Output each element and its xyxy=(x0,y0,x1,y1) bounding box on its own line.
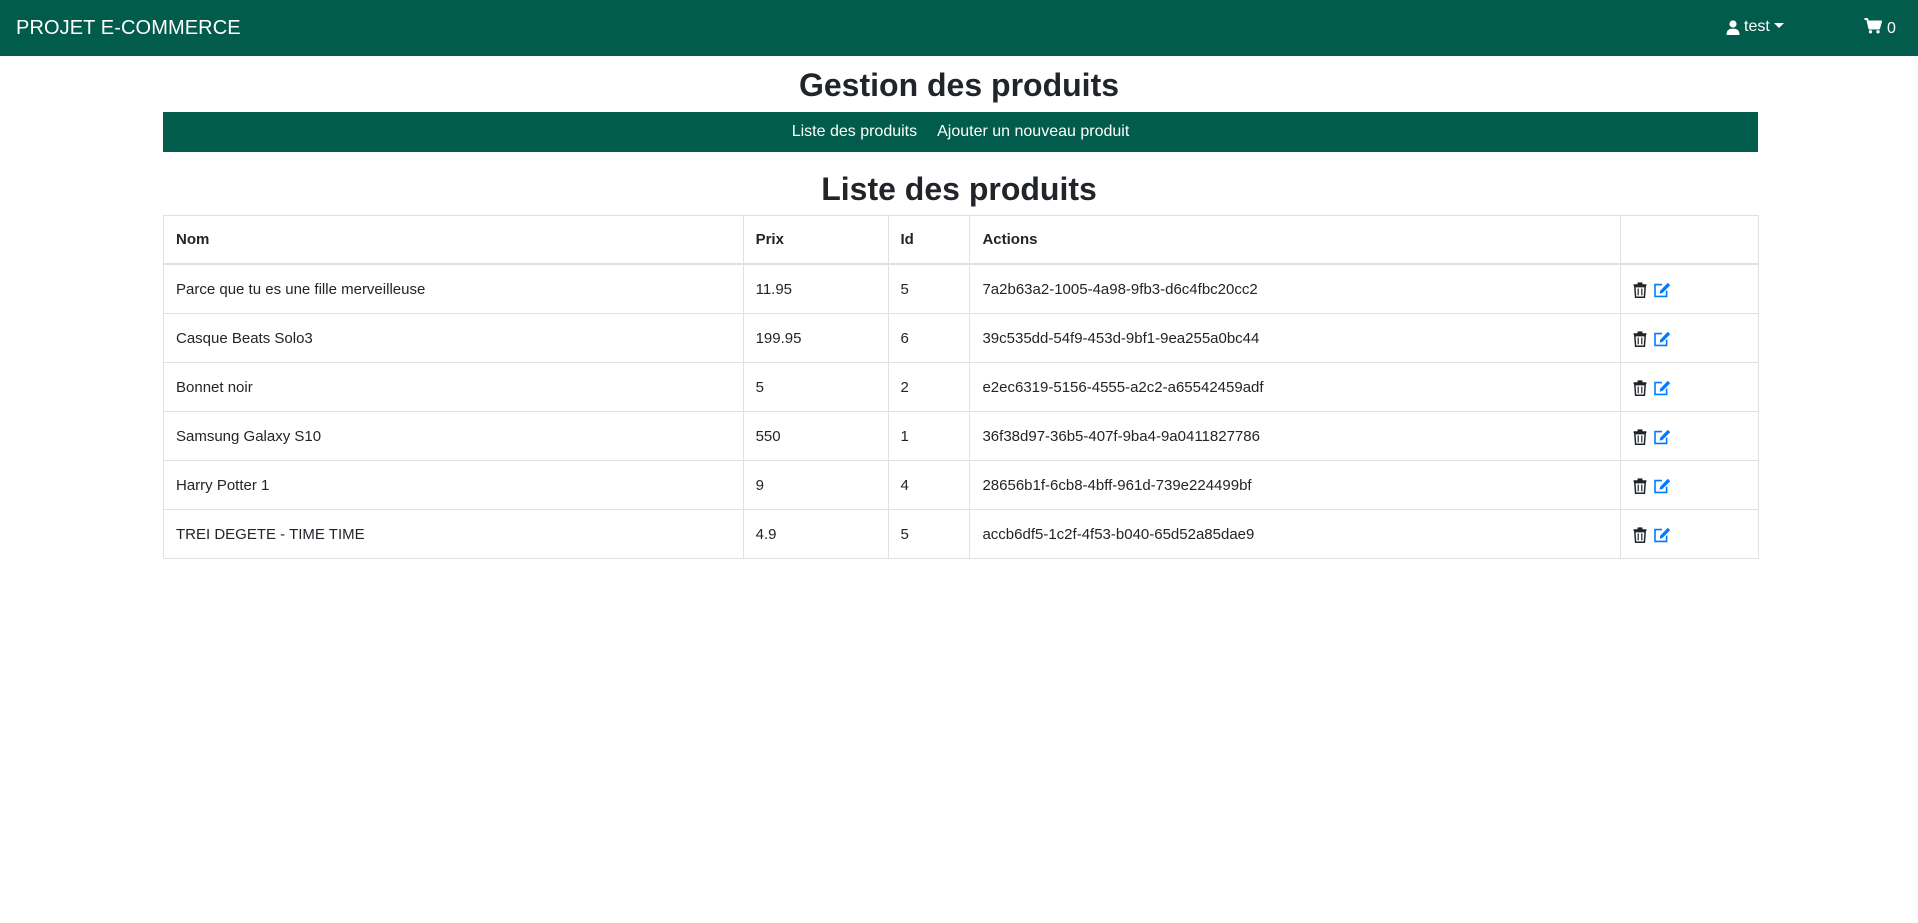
product-name: TREI DEGETE - TIME TIME xyxy=(163,509,744,559)
table-row: Samsung Galaxy S10 550 1 36f38d97-36b5-407f… xyxy=(163,411,1759,461)
table-row: Bonnet noir 5 2 e2ec6319-5156-4555-a2c2-a65… xyxy=(163,362,1759,412)
header-price: Prix xyxy=(742,215,889,265)
product-price: 199.95 xyxy=(742,313,889,363)
table-row: TREI DEGETE - TIME TIME 4.9 5 accb6df5-1c2f… xyxy=(163,509,1759,559)
product-uuid: e2ec6319-5156-4555-a2c2-a65542459adf xyxy=(969,362,1622,412)
user-dropdown[interactable]: test xyxy=(1726,17,1784,37)
header-id: Id xyxy=(887,215,971,265)
product-id: 1 xyxy=(887,411,971,461)
edit-icon[interactable] xyxy=(1653,527,1671,543)
edit-icon[interactable] xyxy=(1653,478,1671,494)
cart-count: 0 xyxy=(1887,19,1896,37)
product-subnav: Liste des produits Ajouter un nouveau pr… xyxy=(163,112,1758,152)
product-name: Bonnet noir xyxy=(163,362,744,412)
product-uuid: 39c535dd-54f9-453d-9bf1-9ea255a0bc44 xyxy=(969,313,1622,363)
top-navbar: PROJET E-COMMERCE test 0 xyxy=(0,0,1918,56)
trash-icon[interactable] xyxy=(1633,330,1647,347)
product-uuid: 28656b1f-6cb8-4bff-961d-739e224499bf xyxy=(969,460,1622,510)
list-products-link[interactable]: Liste des produits xyxy=(782,123,927,141)
header-actions: Actions xyxy=(969,215,1622,265)
product-actions xyxy=(1620,362,1759,412)
table-row: Casque Beats Solo3 199.95 6 39c535dd-54f9-4… xyxy=(163,313,1759,363)
edit-icon[interactable] xyxy=(1653,429,1671,445)
product-price: 550 xyxy=(742,411,889,461)
header-extra xyxy=(1620,215,1759,265)
header-name: Nom xyxy=(163,215,744,265)
product-name: Parce que tu es une fille merveilleuse xyxy=(163,263,744,314)
product-id: 4 xyxy=(887,460,971,510)
product-actions xyxy=(1620,263,1759,314)
product-actions xyxy=(1620,313,1759,363)
cart-icon xyxy=(1864,18,1882,39)
brand-link[interactable]: PROJET E-COMMERCE xyxy=(16,16,241,40)
cart-button[interactable]: 0 xyxy=(1864,18,1896,39)
product-actions xyxy=(1620,509,1759,559)
page-title: Gestion des produits xyxy=(798,67,1120,103)
trash-icon[interactable] xyxy=(1633,526,1647,543)
product-uuid: 36f38d97-36b5-407f-9ba4-9a0411827786 xyxy=(969,411,1622,461)
table-body: Parce que tu es une fille merveilleuse 11… xyxy=(163,263,1759,559)
trash-icon[interactable] xyxy=(1633,379,1647,396)
trash-icon[interactable] xyxy=(1633,428,1647,445)
trash-icon[interactable] xyxy=(1633,477,1647,494)
edit-icon[interactable] xyxy=(1653,331,1671,347)
trash-icon[interactable] xyxy=(1633,281,1647,298)
product-id: 2 xyxy=(887,362,971,412)
product-price: 11.95 xyxy=(742,263,889,314)
product-price: 9 xyxy=(742,460,889,510)
product-uuid: accb6df5-1c2f-4f53-b040-65d52a85dae9 xyxy=(969,509,1622,559)
product-id: 6 xyxy=(887,313,971,363)
chevron-down-icon xyxy=(1773,22,1784,28)
edit-icon[interactable] xyxy=(1653,282,1671,298)
products-table: Nom Prix Id Actions Parce que tu es une … xyxy=(163,215,1759,559)
product-actions xyxy=(1620,411,1759,461)
product-price: 4.9 xyxy=(742,509,889,559)
product-name: Samsung Galaxy S10 xyxy=(163,411,744,461)
table-row: Parce que tu es une fille merveilleuse 11… xyxy=(163,263,1759,314)
product-uuid: 7a2b63a2-1005-4a98-9fb3-d6c4fbc20cc2 xyxy=(969,263,1622,314)
product-name: Casque Beats Solo3 xyxy=(163,313,744,363)
product-id: 5 xyxy=(887,509,971,559)
table-header-row: Nom Prix Id Actions xyxy=(163,215,1759,265)
user-name: test xyxy=(1744,18,1770,35)
product-price: 5 xyxy=(742,362,889,412)
product-id: 5 xyxy=(887,263,971,314)
list-title: Liste des produits xyxy=(821,171,1097,207)
product-name: Harry Potter 1 xyxy=(163,460,744,510)
product-actions xyxy=(1620,460,1759,510)
edit-icon[interactable] xyxy=(1653,380,1671,396)
table-row: Harry Potter 1 9 4 28656b1f-6cb8-4bff-961d-… xyxy=(163,460,1759,510)
user-icon xyxy=(1726,19,1740,35)
add-product-link[interactable]: Ajouter un nouveau produit xyxy=(927,123,1139,141)
